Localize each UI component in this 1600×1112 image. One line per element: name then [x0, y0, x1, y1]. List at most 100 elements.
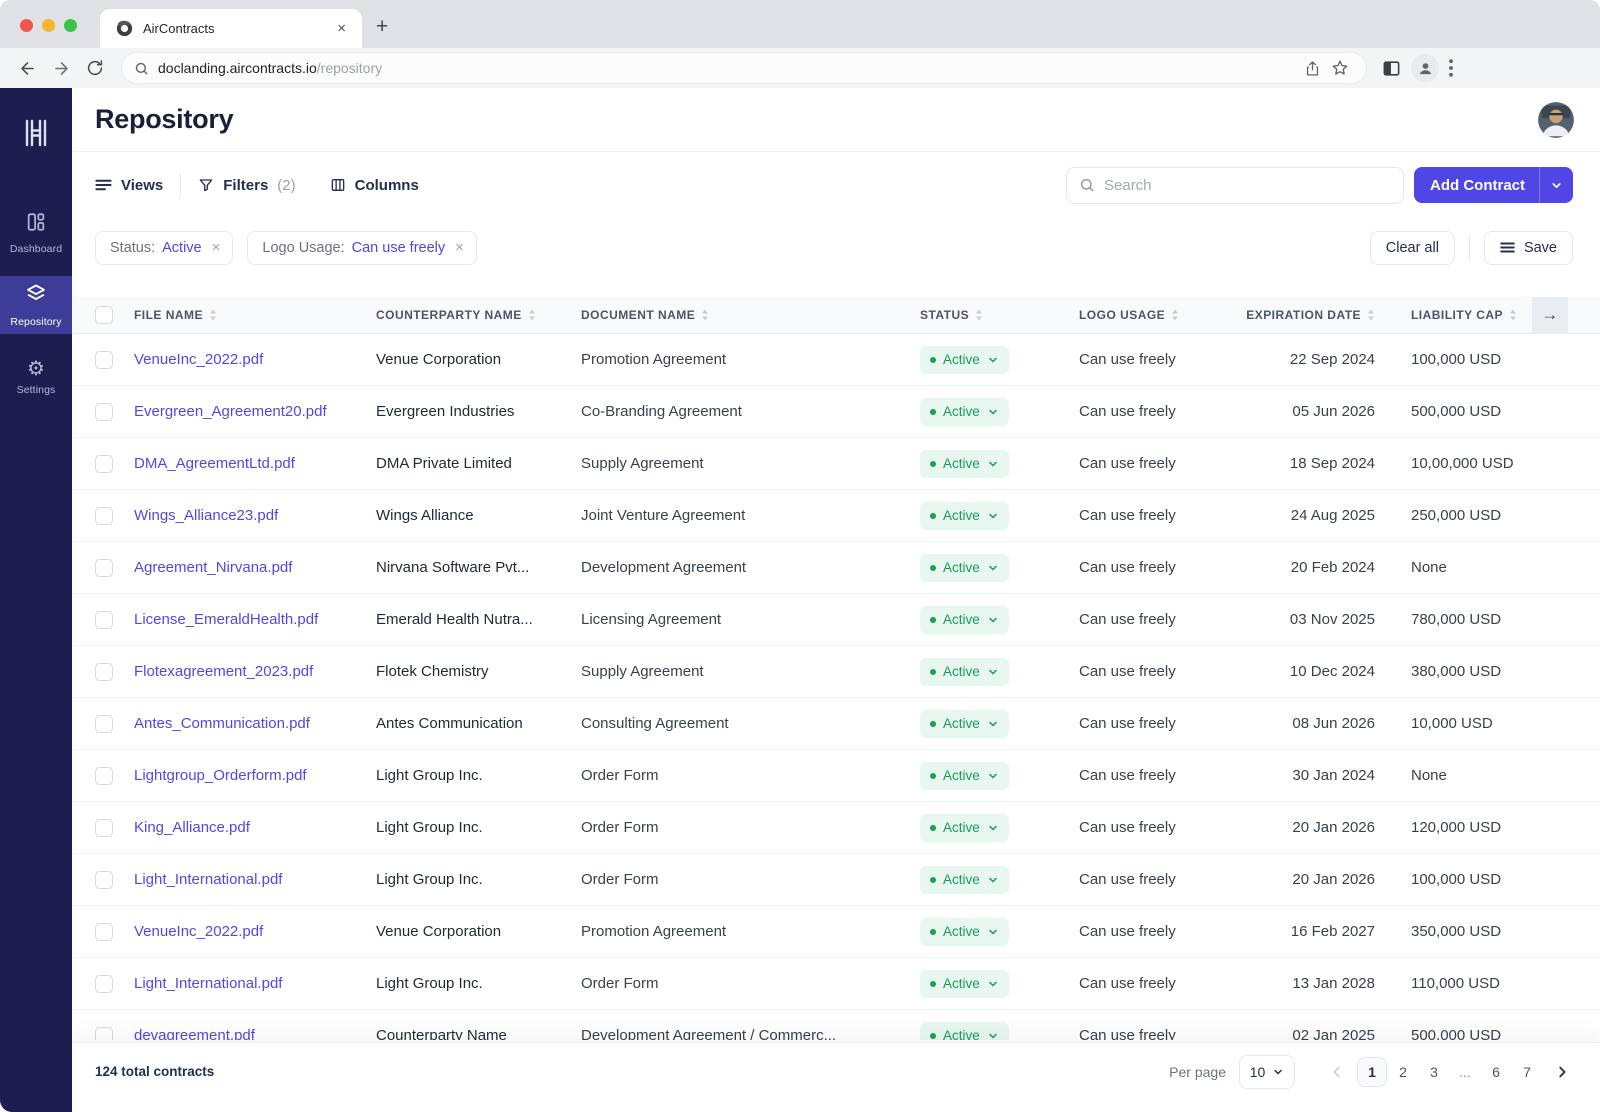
- select-all-checkbox[interactable]: [95, 306, 113, 324]
- file-name-link[interactable]: DMA_AgreementLtd.pdf: [134, 455, 376, 472]
- column-header-file[interactable]: FILE NAME: [134, 308, 376, 322]
- chip-remove-icon[interactable]: ×: [212, 239, 221, 256]
- bookmark-star-icon[interactable]: [1326, 54, 1354, 82]
- add-contract-chevron-down-icon[interactable]: [1540, 179, 1573, 192]
- page-button[interactable]: 3: [1419, 1057, 1449, 1087]
- save-view-button[interactable]: Save: [1484, 231, 1573, 265]
- sidebar-item-settings[interactable]: ⚙ Settings: [0, 348, 72, 406]
- row-checkbox[interactable]: [95, 923, 113, 941]
- reload-icon[interactable]: [80, 53, 110, 83]
- file-name-link[interactable]: Wings_Alliance23.pdf: [134, 507, 376, 524]
- row-checkbox[interactable]: [95, 455, 113, 473]
- table-row: License_EmeraldHealth.pdf Emerald Health…: [72, 594, 1600, 646]
- browser-menu-kebab-icon[interactable]: [1449, 59, 1453, 77]
- column-header-exp[interactable]: EXPIRATION DATE: [1243, 308, 1411, 322]
- file-name-link[interactable]: License_EmeraldHealth.pdf: [134, 611, 376, 628]
- file-name-link[interactable]: Antes_Communication.pdf: [134, 715, 376, 732]
- status-badge[interactable]: Active: [920, 606, 1009, 634]
- row-checkbox[interactable]: [95, 767, 113, 785]
- back-icon[interactable]: [12, 53, 42, 83]
- file-name-link[interactable]: Light_International.pdf: [134, 975, 376, 992]
- new-tab-button[interactable]: +: [376, 14, 388, 40]
- browser-profile-icon[interactable]: [1411, 54, 1439, 82]
- row-checkbox[interactable]: [95, 715, 113, 733]
- sidebar-item-dashboard[interactable]: Dashboard: [0, 204, 72, 262]
- row-checkbox[interactable]: [95, 663, 113, 681]
- file-name-link[interactable]: VenueInc_2022.pdf: [134, 923, 376, 940]
- sort-icon: [209, 309, 217, 321]
- status-badge[interactable]: Active: [920, 554, 1009, 582]
- sort-icon: [1509, 309, 1517, 321]
- tab-close-icon[interactable]: ×: [333, 20, 350, 37]
- file-name-link[interactable]: Evergreen_Agreement20.pdf: [134, 403, 376, 420]
- status-badge[interactable]: Active: [920, 658, 1009, 686]
- forward-icon[interactable]: [46, 53, 76, 83]
- row-checkbox[interactable]: [95, 871, 113, 889]
- column-header-logo[interactable]: LOGO USAGE: [1079, 308, 1243, 322]
- scroll-right-button[interactable]: →: [1532, 297, 1568, 333]
- row-checkbox[interactable]: [95, 507, 113, 525]
- file-name-link[interactable]: VenueInc_2022.pdf: [134, 351, 376, 368]
- file-name-link[interactable]: Lightgroup_Orderform.pdf: [134, 767, 376, 784]
- page-button[interactable]: 6: [1481, 1057, 1511, 1087]
- row-checkbox[interactable]: [95, 1027, 113, 1041]
- table-row: King_Alliance.pdf Light Group Inc. Order…: [72, 802, 1600, 854]
- side-panel-icon[interactable]: [1382, 59, 1401, 78]
- status-badge[interactable]: Active: [920, 762, 1009, 790]
- status-badge[interactable]: Active: [920, 450, 1009, 478]
- share-icon[interactable]: [1298, 54, 1326, 82]
- filter-chip[interactable]: Logo Usage: Can use freely ×: [247, 231, 477, 265]
- chip-remove-icon[interactable]: ×: [455, 239, 464, 256]
- status-badge[interactable]: Active: [920, 918, 1009, 946]
- url-bar[interactable]: doclanding.aircontracts.io/repository: [122, 53, 1366, 83]
- counterparty-name-cell: Evergreen Industries: [376, 403, 581, 420]
- clear-all-button[interactable]: Clear all: [1370, 231, 1455, 265]
- views-button[interactable]: Views: [95, 177, 180, 194]
- file-name-link[interactable]: Flotexagreement_2023.pdf: [134, 663, 376, 680]
- row-checkbox[interactable]: [95, 559, 113, 577]
- chevron-down-icon: [987, 874, 999, 886]
- pagination-next-icon[interactable]: [1548, 1056, 1576, 1088]
- filters-button[interactable]: Filters (2): [181, 177, 312, 194]
- minimize-window-button[interactable]: [42, 19, 55, 32]
- page-button[interactable]: 1: [1357, 1057, 1387, 1087]
- browser-tab[interactable]: AirContracts ×: [100, 9, 362, 48]
- status-badge[interactable]: Active: [920, 398, 1009, 426]
- per-page-select[interactable]: 10: [1239, 1055, 1295, 1089]
- fullscreen-window-button[interactable]: [64, 19, 77, 32]
- add-contract-button[interactable]: Add Contract: [1414, 167, 1573, 203]
- row-checkbox[interactable]: [95, 403, 113, 421]
- file-name-link[interactable]: Agreement_Nirvana.pdf: [134, 559, 376, 576]
- logo-usage-cell: Can use freely: [1079, 1027, 1243, 1040]
- page-button[interactable]: 2: [1388, 1057, 1418, 1087]
- browser-actions: [1382, 54, 1453, 82]
- row-checkbox[interactable]: [95, 611, 113, 629]
- status-badge[interactable]: Active: [920, 502, 1009, 530]
- columns-button[interactable]: Columns: [313, 177, 436, 194]
- column-header-cp[interactable]: COUNTERPARTY NAME: [376, 308, 581, 322]
- row-checkbox[interactable]: [95, 975, 113, 993]
- filter-chip[interactable]: Status: Active ×: [95, 231, 233, 265]
- page-button[interactable]: 7: [1512, 1057, 1542, 1087]
- status-badge[interactable]: Active: [920, 970, 1009, 998]
- file-name-link[interactable]: devagreement.pdf: [134, 1027, 376, 1040]
- status-badge[interactable]: Active: [920, 866, 1009, 894]
- file-name-link[interactable]: Light_International.pdf: [134, 871, 376, 888]
- file-name-link[interactable]: King_Alliance.pdf: [134, 819, 376, 836]
- row-checkbox[interactable]: [95, 819, 113, 837]
- close-window-button[interactable]: [20, 19, 33, 32]
- chevron-down-icon: [987, 406, 999, 418]
- status-badge[interactable]: Active: [920, 814, 1009, 842]
- status-badge[interactable]: Active: [920, 346, 1009, 374]
- sort-icon: [975, 309, 983, 321]
- row-checkbox[interactable]: [95, 351, 113, 369]
- column-header-status[interactable]: STATUS: [920, 308, 1079, 322]
- status-badge[interactable]: Active: [920, 710, 1009, 738]
- column-header-cap[interactable]: LIABILITY CAP: [1411, 308, 1600, 322]
- status-badge[interactable]: Active: [920, 1022, 1009, 1041]
- sidebar-item-repository[interactable]: Repository: [0, 276, 72, 334]
- app-logo-icon: [0, 110, 72, 156]
- column-header-doc[interactable]: DOCUMENT NAME: [581, 308, 920, 322]
- user-avatar[interactable]: [1538, 102, 1574, 138]
- search-input[interactable]: [1104, 177, 1391, 194]
